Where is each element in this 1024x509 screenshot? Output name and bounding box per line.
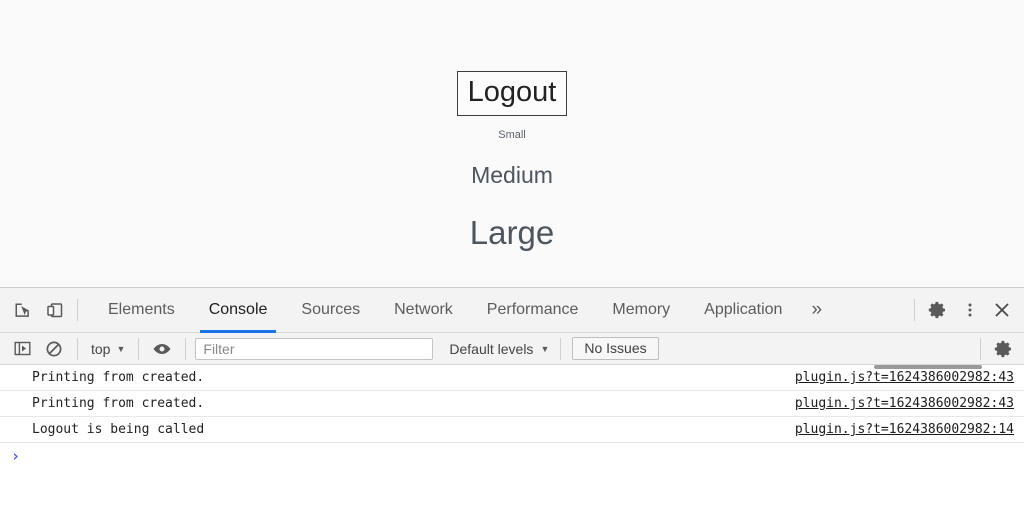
sample-text-small: Small: [498, 129, 526, 141]
console-sidebar-button[interactable]: [6, 333, 38, 365]
clear-console-icon: [45, 340, 63, 358]
console-message-text: Printing from created.: [32, 370, 205, 385]
toolbar-divider: [77, 299, 78, 321]
live-expression-eye-icon: [152, 339, 172, 359]
filterbar-divider: [980, 337, 981, 360]
console-message-row[interactable]: Printing from created. plugin.js?t=16243…: [0, 391, 1024, 417]
console-message-row[interactable]: Printing from created. plugin.js?t=16243…: [0, 365, 1024, 391]
sample-text-large: Large: [469, 214, 555, 251]
filter-input[interactable]: [195, 337, 434, 360]
execution-context-value: top: [91, 340, 111, 357]
devtools-tabbar: Elements Console Sources Network Perform…: [0, 288, 1024, 333]
console-message-list[interactable]: Printing from created. plugin.js?t=16243…: [0, 365, 1024, 509]
tab-network[interactable]: Network: [377, 288, 470, 333]
toolbar-divider: [914, 299, 915, 321]
log-levels-selector[interactable]: Default levels ▼: [445, 339, 553, 359]
chevron-down-icon: ▼: [540, 343, 550, 354]
console-settings-button[interactable]: [988, 333, 1020, 365]
chevron-down-icon: ▼: [116, 343, 126, 354]
console-message-text: Printing from created.: [32, 396, 205, 411]
inspect-element-icon: [13, 301, 32, 320]
page-viewport: Logout Small Medium Large: [0, 0, 1024, 287]
console-message-source-link[interactable]: plugin.js?t=1624386002982:43: [795, 370, 1014, 385]
console-sidebar-icon: [14, 340, 31, 357]
execution-context-selector[interactable]: top ▼: [85, 339, 131, 359]
filterbar-divider: [138, 337, 140, 360]
console-message-source-link[interactable]: plugin.js?t=1624386002982:14: [795, 422, 1014, 437]
screen-root: Logout Small Medium Large Elements Conso…: [0, 0, 1024, 509]
tab-sources[interactable]: Sources: [284, 288, 377, 333]
tab-application[interactable]: Application: [687, 288, 799, 333]
device-toolbar-button[interactable]: [38, 294, 70, 326]
tab-performance[interactable]: Performance: [470, 288, 596, 333]
log-levels-value: Default levels: [449, 340, 534, 357]
console-prompt-input[interactable]: [20, 446, 1024, 466]
prompt-chevron-icon: ›: [11, 446, 21, 465]
filterbar-divider: [77, 337, 78, 360]
console-prompt-row[interactable]: ›: [0, 443, 1024, 469]
devtools-tab-list: Elements Console Sources Network Perform…: [91, 288, 834, 333]
filterbar-actions: [973, 333, 1024, 365]
more-vertical-icon: [961, 301, 979, 319]
tab-elements[interactable]: Elements: [91, 288, 192, 333]
gear-icon: [994, 339, 1014, 359]
gear-icon: [928, 300, 948, 320]
clear-console-button[interactable]: [38, 333, 70, 365]
settings-button[interactable]: [922, 294, 954, 326]
close-devtools-button[interactable]: [986, 294, 1018, 326]
tab-console[interactable]: Console: [192, 288, 285, 333]
device-toolbar-icon: [45, 301, 64, 320]
issues-button[interactable]: No Issues: [572, 337, 659, 360]
filterbar-divider: [560, 337, 562, 360]
console-filter-toolbar: top ▼ Default levels ▼ No Issues: [0, 333, 1024, 365]
console-message-text: Logout is being called: [32, 422, 205, 437]
live-expression-button[interactable]: [146, 333, 178, 365]
logout-button[interactable]: Logout: [456, 71, 568, 116]
more-tabs-button[interactable]: »: [799, 288, 834, 333]
console-message-row[interactable]: Logout is being called plugin.js?t=16243…: [0, 417, 1024, 443]
devtools-tabbar-actions: [907, 294, 1024, 326]
filterbar-divider: [185, 337, 187, 360]
inspect-element-button[interactable]: [6, 294, 38, 326]
console-message-source-link[interactable]: plugin.js?t=1624386002982:43: [795, 396, 1014, 411]
more-options-button[interactable]: [954, 294, 986, 326]
tab-memory[interactable]: Memory: [595, 288, 687, 333]
close-icon: [992, 300, 1012, 320]
sample-text-medium: Medium: [471, 162, 553, 188]
devtools-panel: Elements Console Sources Network Perform…: [0, 287, 1024, 509]
